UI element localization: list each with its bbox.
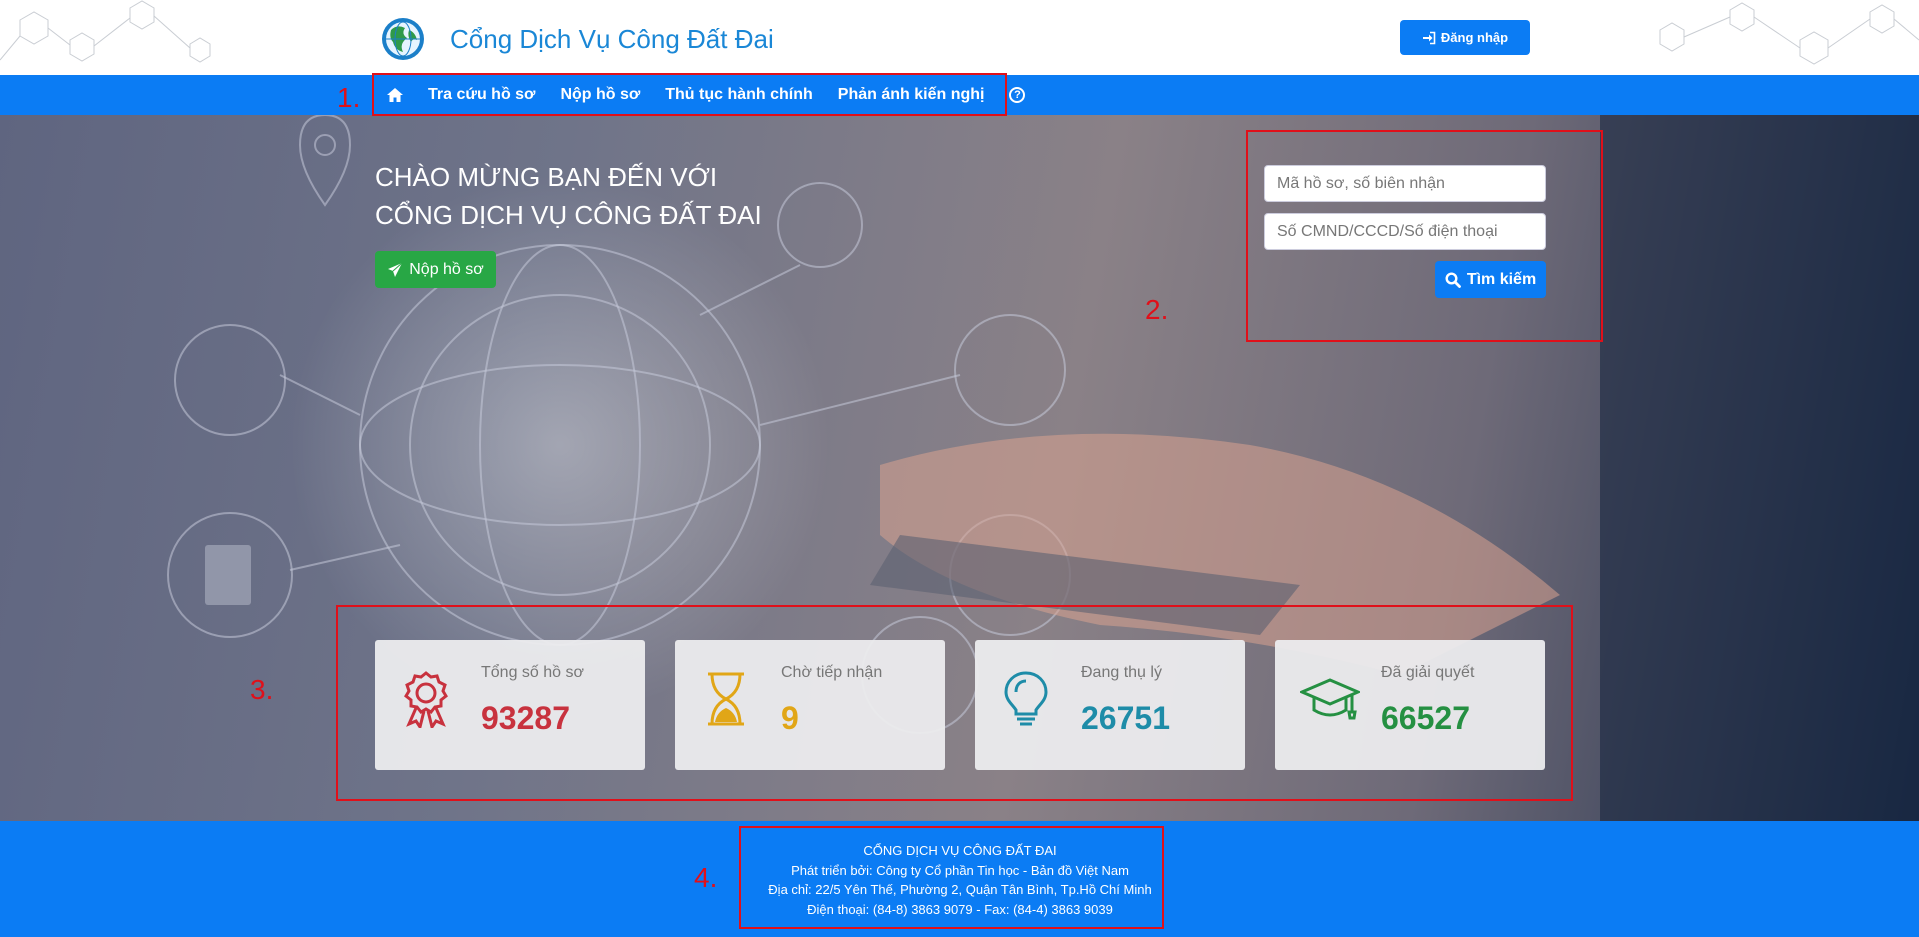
hexagon-pattern-decoration-right (1659, 2, 1919, 65)
submit-file-label: Nộp hồ sơ (409, 260, 484, 278)
submit-file-button[interactable]: Nộp hồ sơ (375, 251, 496, 288)
annotation-number-4: 4. (694, 862, 718, 893)
sign-in-icon (1422, 31, 1436, 44)
globe-logo (382, 18, 424, 60)
annotation-box-3 (336, 605, 1573, 801)
welcome-line-2: CỔNG DỊCH VỤ CÔNG ĐẤT ĐAI (375, 200, 762, 230)
login-button[interactable]: Đăng nhập (1400, 20, 1530, 55)
annotation-number-2: 2. (1145, 294, 1169, 325)
welcome-line-1: CHÀO MỪNG BẠN ĐẾN VỚI (375, 162, 718, 192)
annotation-box-4 (739, 826, 1164, 929)
site-header: Cổng Dịch Vụ Công Đất Đai Đăng nhập (0, 0, 1919, 75)
annotation-number-3: 3. (250, 674, 274, 705)
nav-item-help[interactable]: ? (1009, 87, 1026, 103)
question-circle-icon: ? (1009, 87, 1026, 103)
site-title[interactable]: Cổng Dịch Vụ Công Đất Đai (450, 24, 774, 55)
login-label: Đăng nhập (1440, 30, 1509, 45)
annotation-box-1 (372, 73, 1007, 116)
annotation-box-2 (1246, 130, 1603, 342)
hexagon-pattern-decoration (0, 0, 211, 63)
paper-plane-icon (388, 262, 403, 277)
welcome-heading: CHÀO MỪNG BẠN ĐẾN VỚI CỔNG DỊCH VỤ CÔNG … (375, 158, 762, 234)
annotation-number-1: 1. (337, 82, 361, 113)
